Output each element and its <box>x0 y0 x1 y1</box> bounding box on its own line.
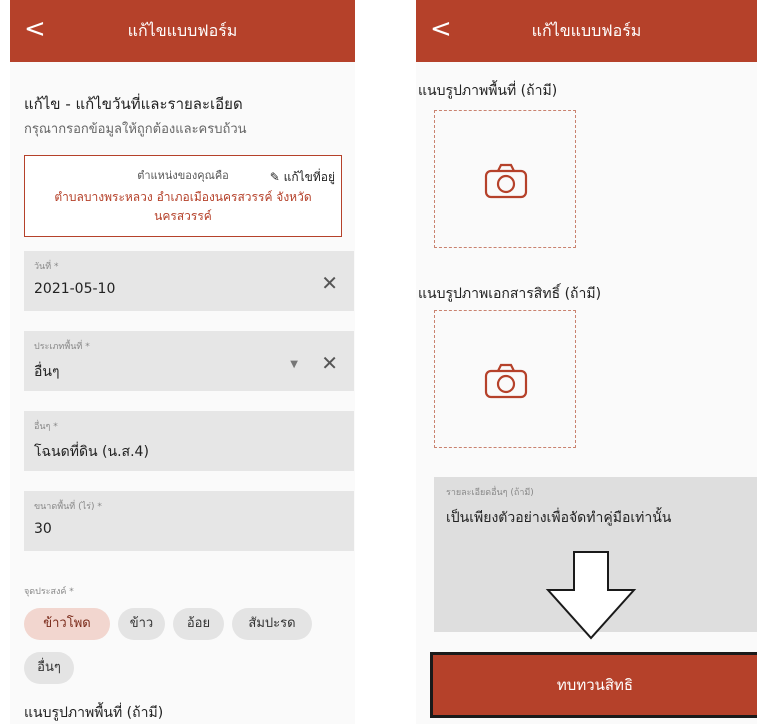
date-field-value: 2021-05-10 <box>34 281 116 297</box>
location-value: ตำบลบางพระหลวง อำเภอเมืองนครสวรรค์ จังหว… <box>54 190 312 223</box>
right-screen: < แก้ไขแบบฟอร์ม แนบรูปภาพพื้นที่ (ถ้ามี)… <box>416 0 757 724</box>
pencil-icon: ✎ <box>269 170 280 184</box>
attach-area-label: แนบรูปภาพพื้นที่ (ถ้ามี) <box>24 705 164 721</box>
form-heading: แก้ไข - แก้ไขวันที่และรายละเอียด <box>24 95 243 113</box>
edit-address-button[interactable]: ✎ แก้ไขที่อยู่ <box>269 168 335 187</box>
back-icon[interactable]: < <box>24 14 46 44</box>
attach-doc-label: แนบรูปภาพเอกสารสิทธิ์ (ถ้ามี) <box>418 286 602 302</box>
clear-icon[interactable]: ✕ <box>321 271 338 295</box>
document-photo-upload[interactable] <box>434 310 576 448</box>
location-box: ตำแหน่งของคุณคือ ✎ แก้ไขที่อยู่ ตำบลบางพ… <box>24 155 342 237</box>
purpose-chip-pineapple[interactable]: สัมปะรด <box>232 608 312 640</box>
down-arrow-icon <box>545 551 637 640</box>
area-size-value: 30 <box>34 521 52 537</box>
area-size-label: ขนาดพื้นที่ (ไร่) * <box>34 502 102 512</box>
page-title: แก้ไขแบบฟอร์ม <box>531 20 642 40</box>
purpose-label: จุดประสงค์ * <box>24 587 74 597</box>
back-icon[interactable]: < <box>430 14 452 44</box>
app-header: < แก้ไขแบบฟอร์ม <box>416 0 757 62</box>
area-type-select[interactable]: ประเภทพื้นที่ * อื่นๆ ▼ ✕ <box>24 331 354 391</box>
form-subheading: กรุณากรอกข้อมูลให้ถูกต้องและครบถ้วน <box>24 122 247 137</box>
date-field[interactable]: วันที่ * 2021-05-10 ✕ <box>24 251 354 311</box>
clear-icon[interactable]: ✕ <box>321 351 338 375</box>
camera-icon <box>484 363 528 399</box>
details-label: รายละเอียดอื่นๆ (ถ้ามี) <box>446 488 534 498</box>
other-field-label: อื่นๆ * <box>34 422 58 432</box>
review-rights-button[interactable]: ทบทวนสิทธิ <box>430 652 757 718</box>
camera-icon <box>484 163 528 199</box>
area-type-value: อื่นๆ <box>34 364 60 380</box>
purpose-chip-rice[interactable]: ข้าว <box>118 608 165 640</box>
attach-area-label: แนบรูปภาพพื้นที่ (ถ้ามี) <box>418 83 558 99</box>
area-size-field[interactable]: ขนาดพื้นที่ (ไร่) * 30 <box>24 491 354 551</box>
app-header: < แก้ไขแบบฟอร์ม <box>10 0 355 62</box>
other-field[interactable]: อื่นๆ * โฉนดที่ดิน (น.ส.4) <box>24 411 354 471</box>
edit-address-label: แก้ไขที่อยู่ <box>283 170 335 184</box>
purpose-chip-sugarcane[interactable]: อ้อย <box>173 608 224 640</box>
purpose-chip-other[interactable]: อื่นๆ <box>24 652 74 684</box>
date-field-label: วันที่ * <box>34 262 59 272</box>
page-title: แก้ไขแบบฟอร์ม <box>127 20 238 40</box>
purpose-chip-corn[interactable]: ข้าวโพด <box>24 608 110 640</box>
details-value: เป็นเพียงตัวอย่างเพื่อจัดทำคู่มือเท่านั้… <box>446 510 672 526</box>
left-screen: < แก้ไขแบบฟอร์ม แก้ไข - แก้ไขวันที่และรา… <box>10 0 355 724</box>
area-photo-upload[interactable] <box>434 110 576 248</box>
chevron-down-icon[interactable]: ▼ <box>290 359 298 370</box>
area-type-label: ประเภทพื้นที่ * <box>34 342 90 352</box>
other-field-value: โฉนดที่ดิน (น.ส.4) <box>34 444 149 460</box>
